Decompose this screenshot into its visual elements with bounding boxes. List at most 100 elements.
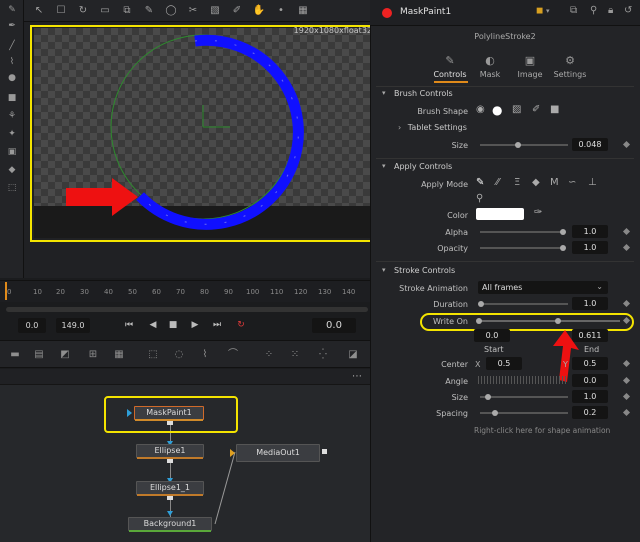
spacing-knob[interactable]: [492, 410, 498, 416]
stroke-size-field[interactable]: 1.0: [572, 390, 608, 403]
circle-brush-icon[interactable]: ●: [492, 103, 502, 117]
opacity-label: Opacity: [437, 244, 468, 253]
single-pixel-brush-icon[interactable]: ✐: [532, 104, 540, 115]
apply-controls-header[interactable]: ▾ Apply Controls: [370, 161, 640, 179]
node-mediaout[interactable]: MediaOut1: [236, 444, 320, 462]
node-ellipse1-1[interactable]: Ellipse1_1: [136, 481, 204, 496]
stroke-animation-dropdown[interactable]: All frames ⌄: [478, 281, 608, 294]
angle-jog-wheel[interactable]: [478, 376, 568, 384]
collapse-icon: ▾: [382, 266, 386, 274]
angle-label: Angle: [445, 377, 468, 386]
lock-icon[interactable]: 🔒︎: [608, 5, 613, 16]
center-x-label: X: [475, 360, 481, 369]
node-label: Ellipse1_1: [149, 483, 191, 492]
angle-value-field[interactable]: 0.0: [572, 374, 608, 387]
emboss-mode-icon[interactable]: Ξ: [514, 177, 520, 188]
alpha-label: Alpha: [445, 228, 468, 237]
center-y-field[interactable]: 0.5: [572, 357, 608, 370]
spacing-label: Spacing: [436, 409, 468, 418]
collapse-icon: ▾: [382, 89, 386, 97]
chevron-down-icon: ⌄: [596, 282, 603, 291]
center-x-field[interactable]: 0.5: [486, 357, 522, 370]
center-label: Center: [441, 360, 468, 369]
stroke-size-slider[interactable]: [480, 396, 568, 398]
merge-mode-icon[interactable]: M: [550, 177, 559, 188]
duration-slider[interactable]: [480, 303, 568, 305]
section-divider: [376, 86, 634, 87]
mask-tab-icon[interactable]: ◐: [470, 54, 510, 67]
node-background[interactable]: Background1: [128, 517, 212, 532]
size-value-field[interactable]: 0.048: [572, 138, 608, 151]
opacity-value-field[interactable]: 1.0: [572, 241, 608, 254]
section-divider: [376, 261, 634, 262]
start-label: Start: [484, 345, 504, 354]
square-brush-icon[interactable]: ■: [550, 104, 559, 115]
node-color-bar: [137, 494, 203, 496]
brush-shape-label: Brush Shape: [417, 107, 468, 116]
node-label: MediaOut1: [256, 448, 300, 457]
color-tag-icon[interactable]: ◼: [536, 6, 543, 16]
erase-mode-icon[interactable]: ◆: [532, 177, 540, 188]
stroke-size-label: Size: [451, 393, 468, 402]
tablet-settings-label: Tablet Settings: [407, 123, 467, 132]
output-input-arrow: [230, 449, 235, 457]
tab-mask[interactable]: Mask: [470, 70, 510, 79]
alpha-value-field[interactable]: 1.0: [572, 225, 608, 238]
eyedropper-icon[interactable]: ✑: [534, 207, 542, 218]
node-title: MaskPaint1: [400, 7, 452, 17]
alpha-slider[interactable]: [480, 231, 564, 233]
tablet-settings-toggle[interactable]: › Tablet Settings: [398, 123, 467, 132]
size-slider-knob[interactable]: [515, 142, 521, 148]
active-tab-underline: [434, 81, 468, 83]
versions-icon[interactable]: ⧉: [570, 5, 577, 16]
opacity-slider[interactable]: [480, 247, 564, 249]
node-highlight-box: [104, 396, 238, 433]
center-y-label: Y: [563, 360, 568, 369]
node-label: Ellipse1: [154, 446, 186, 455]
wire-mode-icon[interactable]: ⚲: [476, 193, 483, 204]
alpha-slider-knob[interactable]: [560, 229, 566, 235]
node-ellipse1[interactable]: Ellipse1: [136, 444, 204, 459]
write-on-start-field[interactable]: 0.0: [474, 329, 510, 342]
node-color-bar: [129, 530, 211, 532]
inspector-subtitle: PolylineStroke2: [474, 32, 536, 41]
collapse-icon: ▾: [382, 162, 386, 170]
controls-tab-icon[interactable]: ✎: [430, 54, 470, 67]
size-label: Size: [451, 141, 468, 150]
stroke-size-knob[interactable]: [485, 394, 491, 400]
tab-settings[interactable]: Settings: [550, 70, 590, 79]
brush-controls-header[interactable]: ▾ Brush Controls: [370, 88, 640, 106]
section-title: Apply Controls: [394, 162, 453, 171]
inspector-header: MaskPaint1 ◼ ▾ ⧉ ⚲ 🔒︎ ↺: [370, 0, 640, 26]
tab-image[interactable]: Image: [510, 70, 550, 79]
soft-brush-icon[interactable]: ◉: [476, 104, 485, 115]
opacity-slider-knob[interactable]: [560, 245, 566, 251]
pin-icon[interactable]: ⚲: [590, 5, 597, 16]
clone-mode-icon[interactable]: ⁄⁄: [496, 177, 499, 188]
color-swatch[interactable]: [476, 208, 524, 220]
dropdown-icon[interactable]: ▾: [546, 7, 550, 15]
end-label: End: [584, 345, 600, 354]
stroke-animation-label: Stroke Animation: [399, 284, 468, 293]
section-title: Brush Controls: [394, 89, 453, 98]
shape-animation-hint[interactable]: Right-click here for shape animation: [474, 426, 610, 435]
node-label: Background1: [143, 519, 197, 528]
image-brush-icon[interactable]: ▨: [512, 104, 521, 115]
size-slider[interactable]: [480, 144, 568, 146]
color-label: Color: [447, 211, 468, 220]
apply-mode-label: Apply Mode: [421, 180, 468, 189]
color-mode-icon[interactable]: ✎: [476, 177, 484, 188]
record-toggle-icon[interactable]: [382, 8, 392, 18]
duration-slider-knob[interactable]: [478, 301, 484, 307]
section-title: Stroke Controls: [394, 266, 456, 275]
node-color-bar: [137, 457, 203, 459]
stamp-mode-icon[interactable]: ⊥: [588, 177, 597, 188]
tab-controls[interactable]: Controls: [430, 70, 470, 79]
image-tab-icon[interactable]: ▣: [510, 54, 550, 67]
duration-value-field[interactable]: 1.0: [572, 297, 608, 310]
smear-mode-icon[interactable]: ∽: [568, 177, 576, 188]
settings-tab-icon[interactable]: ⚙: [550, 54, 590, 67]
spacing-value-field[interactable]: 0.2: [572, 406, 608, 419]
reset-icon[interactable]: ↺: [624, 5, 632, 16]
duration-label: Duration: [433, 300, 468, 309]
